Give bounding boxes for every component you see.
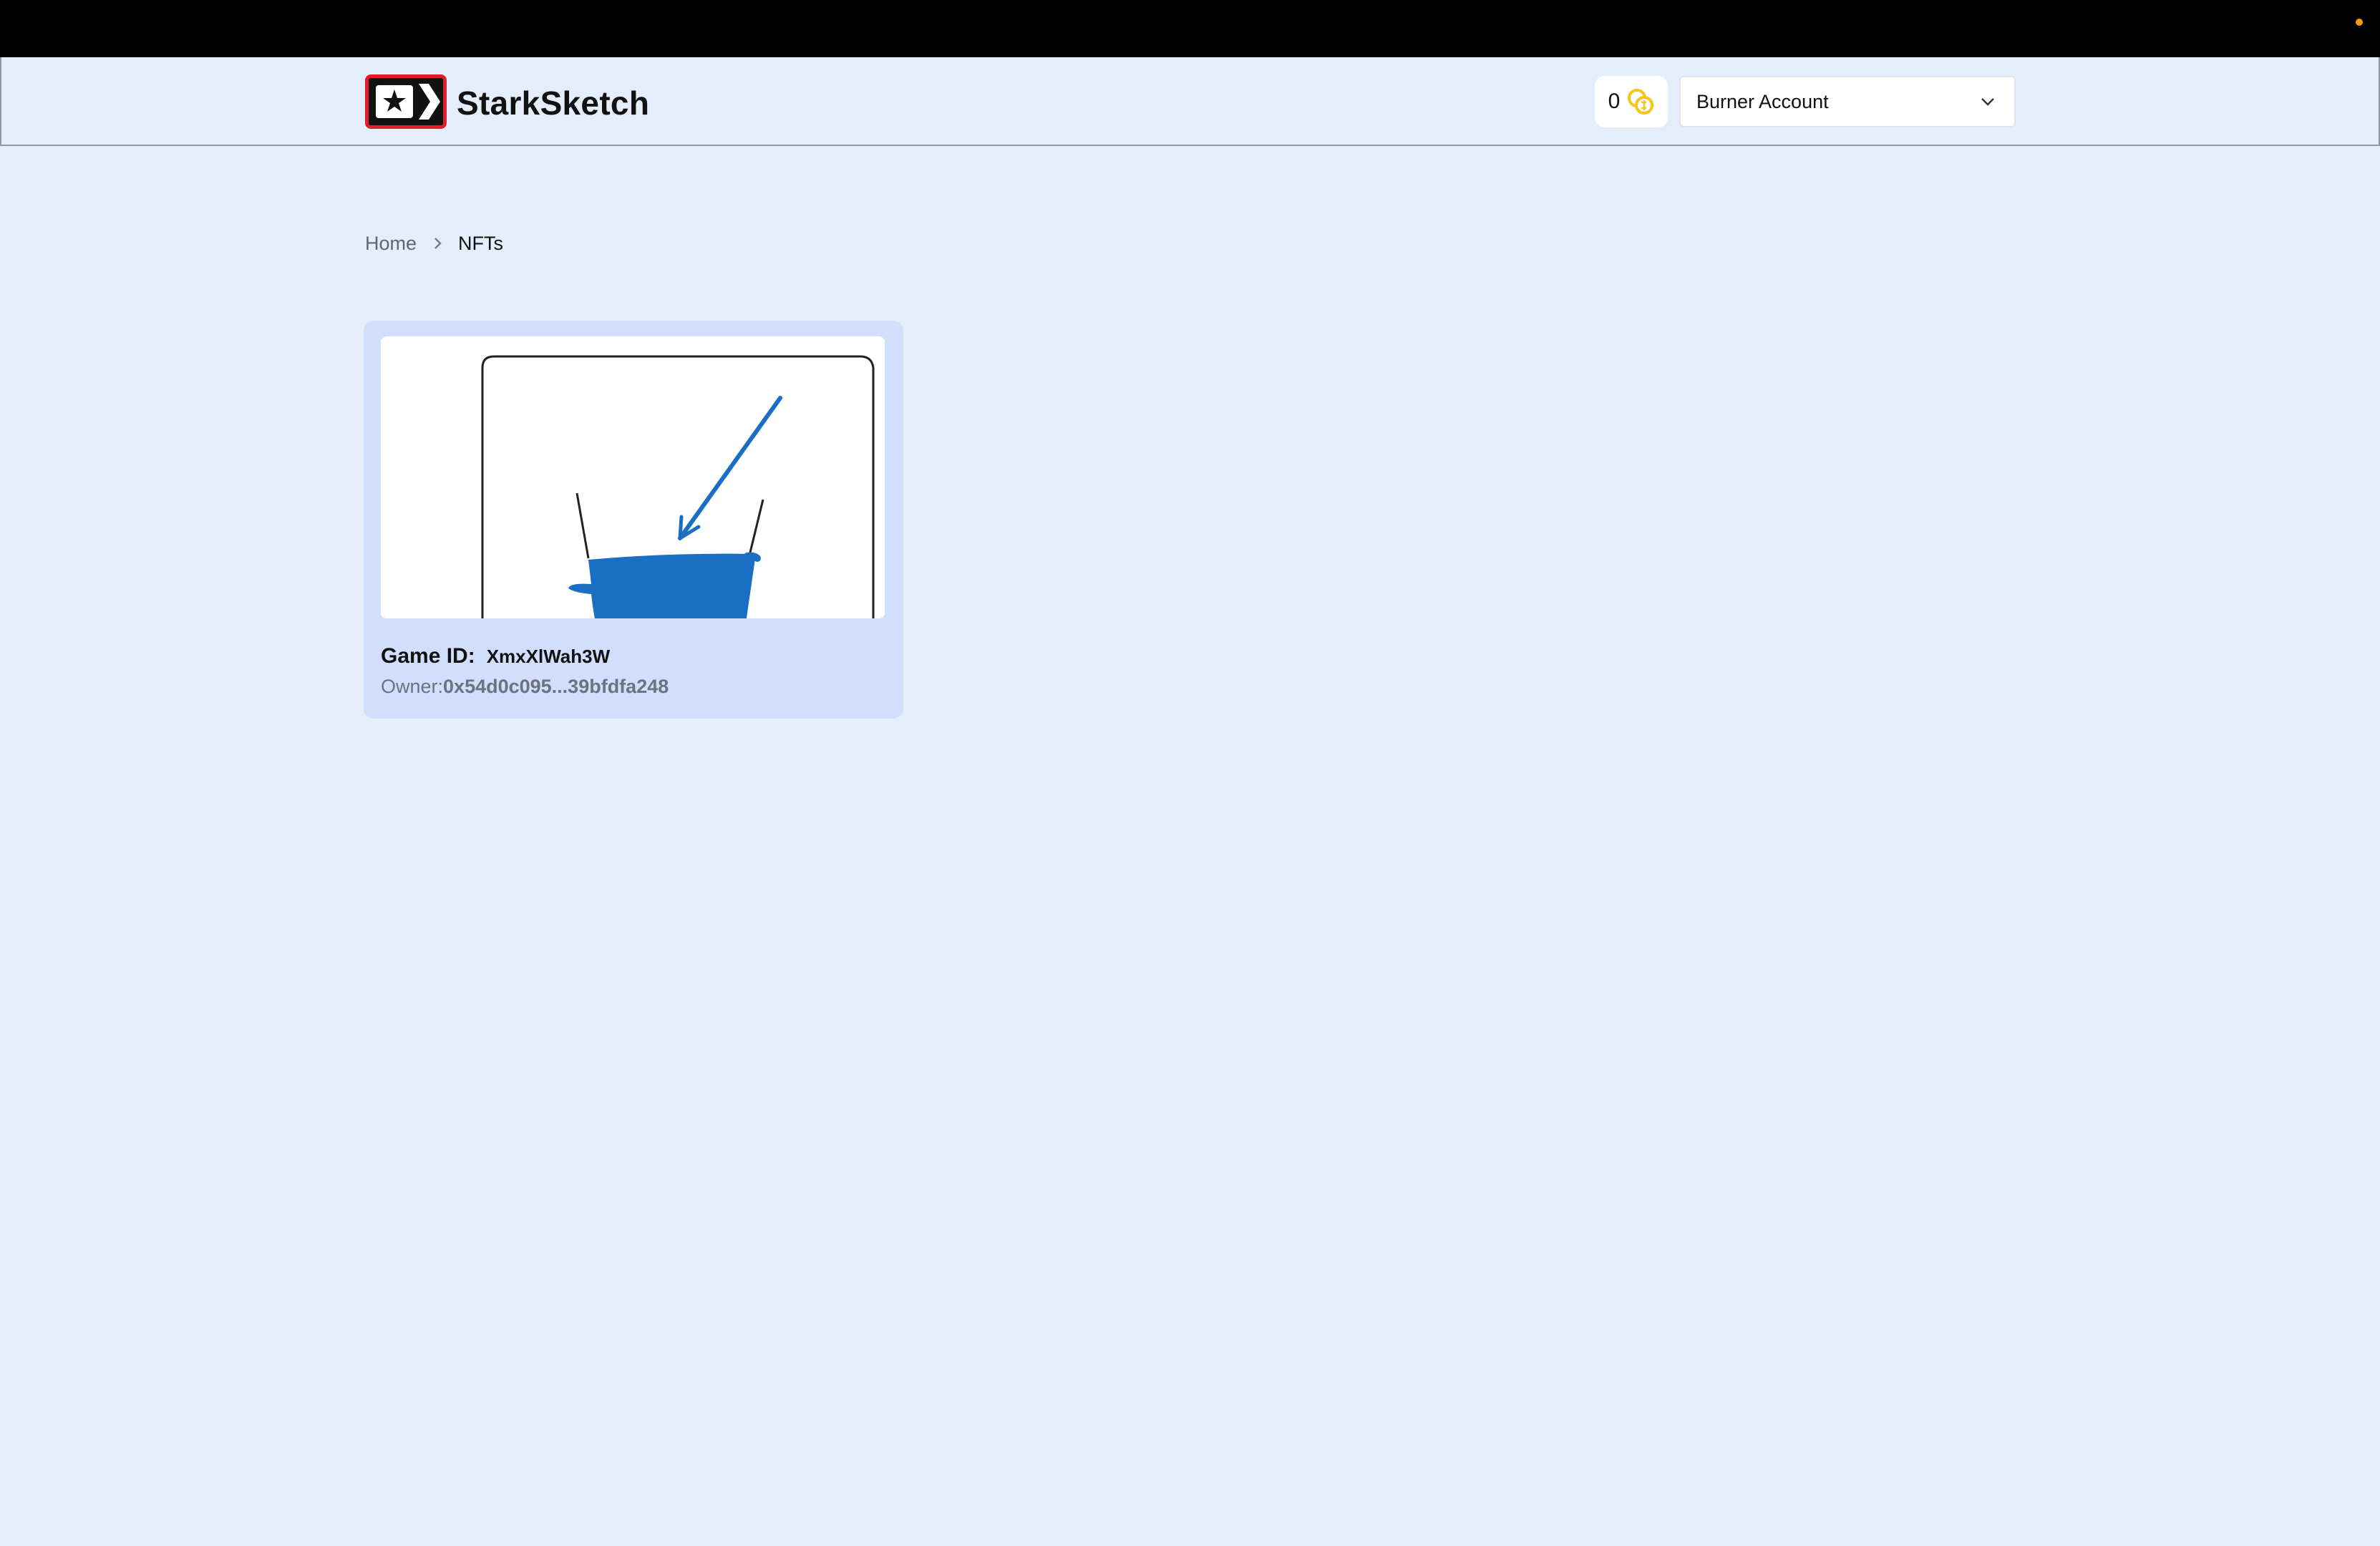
nft-game-id: Game ID: XmxXlWah3W — [381, 644, 610, 669]
breadcrumb-current: NFTs — [458, 233, 504, 254]
owner-label: Owner: — [381, 676, 444, 697]
account-select-value: Burner Account — [1696, 90, 1829, 112]
game-id-value: XmxXlWah3W — [486, 646, 611, 667]
nft-sketch-image[interactable] — [381, 336, 885, 618]
token-balance: 0 — [1595, 76, 1668, 127]
nft-owner: Owner:0x54d0c095...39bfdfa248 — [381, 676, 669, 698]
chevron-right-icon — [432, 236, 442, 251]
app-header: StarkSketch 0 Burner Account — [0, 57, 2380, 146]
breadcrumb-home-link[interactable]: Home — [365, 230, 417, 256]
balance-value: 0 — [1608, 89, 1621, 113]
account-select[interactable]: Burner Account — [1679, 76, 2016, 127]
breadcrumb: Home NFTs — [365, 230, 503, 256]
logo-icon[interactable] — [365, 74, 447, 129]
status-dot-icon — [2356, 19, 2363, 26]
brand-name[interactable]: StarkSketch — [457, 84, 649, 122]
game-id-label: Game ID: — [381, 644, 475, 668]
system-top-bar — [0, 0, 2380, 57]
coins-icon — [1627, 88, 1654, 115]
nft-card[interactable]: Game ID: XmxXlWah3W Owner:0x54d0c095...3… — [364, 321, 903, 719]
owner-address: 0x54d0c095...39bfdfa248 — [443, 676, 669, 697]
chevron-down-icon — [1980, 97, 1996, 107]
